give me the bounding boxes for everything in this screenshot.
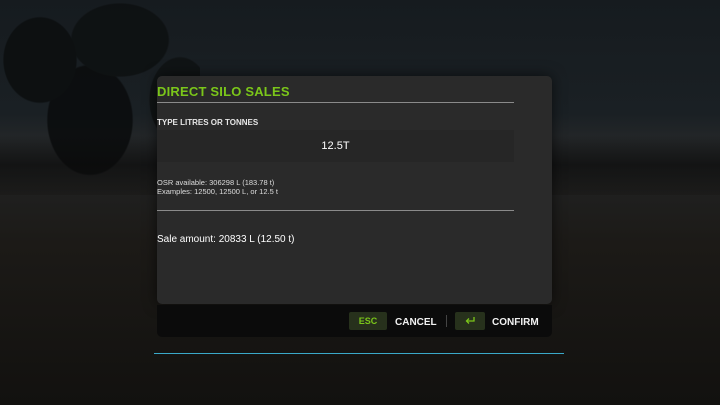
button-bar: ESC CANCEL CONFIRM	[157, 305, 552, 337]
esc-key-badge[interactable]: ESC	[349, 312, 387, 330]
cancel-button[interactable]: CANCEL	[395, 317, 437, 328]
dialog-title: DIRECT SILO SALES	[157, 84, 290, 99]
title-divider	[157, 102, 514, 103]
amount-input[interactable]: 12.5T	[157, 130, 514, 162]
enter-arrow-glyph	[465, 317, 475, 324]
direct-silo-sales-dialog: DIRECT SILO SALES TYPE LITRES OR TONNES …	[157, 76, 552, 304]
enter-icon[interactable]	[455, 312, 485, 330]
amount-input-value: 12.5T	[321, 140, 350, 152]
available-info: OSR available: 306298 L (183.78 t)	[157, 178, 275, 187]
highlight-line	[154, 353, 564, 354]
amount-field-label: TYPE LITRES OR TONNES	[157, 118, 259, 127]
confirm-button[interactable]: CONFIRM	[492, 317, 539, 328]
button-separator	[446, 315, 447, 327]
examples-info: Examples: 12500, 12500 L, or 12.5 t	[157, 187, 278, 196]
sale-amount-text: Sale amount: 20833 L (12.50 t)	[157, 234, 295, 245]
section-divider	[157, 210, 514, 211]
